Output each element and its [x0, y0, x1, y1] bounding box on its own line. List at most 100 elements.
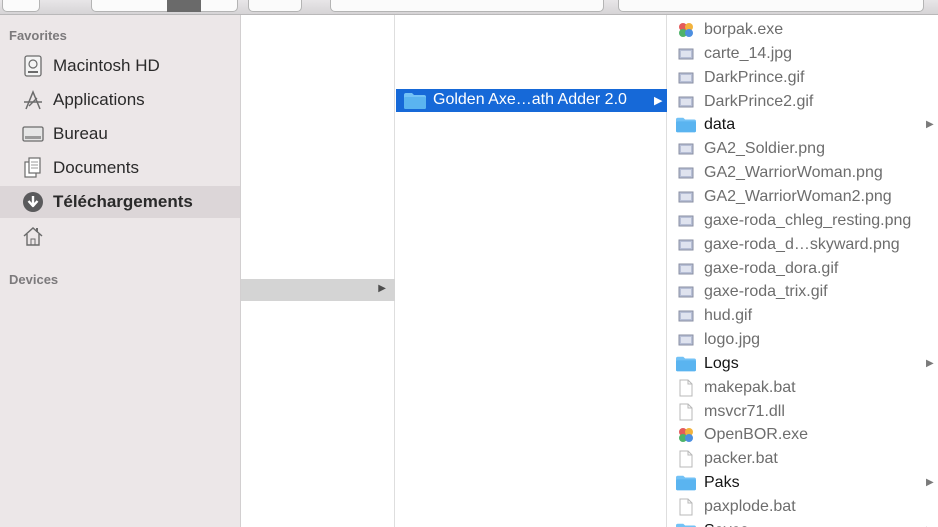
folder-icon	[676, 355, 696, 373]
browser-column-3[interactable]: borpak.exe carte_14.jpg DarkPrince.gif Dark…	[668, 15, 938, 527]
list-item-folder[interactable]: Logs ▶	[668, 352, 938, 376]
list-item-file[interactable]: packer.bat	[668, 447, 938, 471]
file-name: gaxe-roda_d…skyward.png	[704, 235, 900, 253]
list-item-folder[interactable]: Saves▶	[668, 519, 938, 527]
list-item-file[interactable]: paxplode.bat	[668, 495, 938, 519]
file-name: DarkPrince.gif	[704, 68, 805, 86]
action-button-group[interactable]	[330, 0, 604, 12]
list-item-file[interactable]: GA2_Soldier.png	[668, 137, 938, 161]
image-file-icon	[676, 69, 696, 87]
favorites-heading: Favorites	[9, 28, 67, 43]
back-forward-button[interactable]	[2, 0, 40, 12]
search-field[interactable]	[618, 0, 924, 12]
file-name: packer.bat	[704, 450, 778, 468]
list-item-file[interactable]: logo.jpg	[668, 328, 938, 352]
sidebar-item-label: Téléchargements	[53, 192, 193, 211]
column-view-button[interactable]	[167, 0, 201, 12]
document-icon	[676, 379, 696, 397]
documents-icon	[21, 156, 45, 180]
document-icon	[676, 450, 696, 468]
list-item-file[interactable]: gaxe-roda_d…skyward.png	[668, 233, 938, 257]
sidebar-item-bureau[interactable]: Bureau	[0, 118, 240, 150]
list-item-selected-folder[interactable]: Golden Axe…ath Adder 2.0 ▶	[396, 89, 667, 112]
file-name: gaxe-roda_chleg_resting.png	[704, 211, 912, 229]
image-file-icon	[676, 331, 696, 349]
image-file-icon	[676, 283, 696, 301]
file-name: gaxe-roda_trix.gif	[704, 283, 828, 301]
disclosure-arrow-icon: ▶	[926, 119, 934, 131]
disclosure-arrow-icon: ▶	[378, 283, 386, 294]
image-file-icon	[676, 236, 696, 254]
image-file-icon	[676, 140, 696, 158]
view-mode-segmented-control[interactable]	[91, 0, 238, 12]
list-item-file[interactable]: DarkPrince.gif	[668, 66, 938, 90]
document-icon	[676, 403, 696, 421]
image-file-icon	[676, 164, 696, 182]
disclosure-arrow-icon: ▶	[926, 477, 934, 489]
list-item-file[interactable]: OpenBOR.exe	[668, 423, 938, 447]
file-name: makepak.bat	[704, 378, 796, 396]
sidebar-item-home[interactable]	[0, 220, 240, 252]
list-item-file[interactable]: hud.gif	[668, 304, 938, 328]
folder-icon	[676, 522, 696, 527]
image-file-icon	[676, 307, 696, 325]
application-icon	[676, 21, 696, 39]
sidebar-item-telechargements[interactable]: Téléchargements	[0, 186, 240, 218]
file-name: gaxe-roda_dora.gif	[704, 259, 839, 277]
list-item[interactable]: ▶	[241, 279, 395, 301]
file-name: borpak.exe	[704, 21, 784, 38]
sidebar-item-macintosh-hd[interactable]: Macintosh HD	[0, 50, 240, 82]
file-name: data	[704, 116, 736, 134]
home-icon	[21, 224, 45, 248]
desktop-icon	[21, 122, 45, 146]
folder-name: Golden Axe…ath Adder 2.0	[433, 91, 627, 108]
sidebar-item-label: Documents	[53, 158, 139, 177]
file-name: hud.gif	[704, 307, 753, 325]
file-name: GA2_WarriorWoman2.png	[704, 187, 892, 205]
folder-icon	[404, 93, 426, 109]
image-file-icon	[676, 260, 696, 278]
file-name: Saves	[704, 522, 748, 527]
browser-column-1[interactable]: ▶	[241, 15, 395, 527]
image-file-icon	[676, 188, 696, 206]
list-item-file[interactable]: GA2_WarriorWoman.png	[668, 161, 938, 185]
sidebar-item-label: Applications	[53, 90, 145, 109]
file-name: DarkPrince2.gif	[704, 92, 814, 110]
image-file-icon	[676, 212, 696, 230]
folder-icon	[676, 474, 696, 492]
disclosure-arrow-icon: ▶	[926, 357, 934, 369]
list-item-file[interactable]: GA2_WarriorWoman2.png	[668, 185, 938, 209]
sidebar-item-applications[interactable]: Applications	[0, 84, 240, 116]
file-name: Paks	[704, 474, 740, 492]
image-file-icon	[676, 45, 696, 63]
list-item-file[interactable]: carte_14.jpg	[668, 42, 938, 66]
browser-column-2[interactable]: Golden Axe…ath Adder 2.0 ▶	[396, 15, 667, 527]
sidebar-item-label: Macintosh HD	[53, 56, 160, 75]
file-name: msvcr71.dll	[704, 402, 785, 420]
file-name: logo.jpg	[704, 331, 761, 349]
downloads-icon	[21, 190, 45, 214]
folder-icon	[676, 116, 696, 134]
document-icon	[676, 498, 696, 516]
list-item-file[interactable]: msvcr71.dll	[668, 400, 938, 424]
list-item-file[interactable]: gaxe-roda_trix.gif	[668, 280, 938, 304]
sidebar-item-label: Bureau	[53, 124, 108, 143]
devices-heading: Devices	[9, 272, 59, 287]
list-item-file[interactable]: DarkPrince2.gif	[668, 90, 938, 114]
list-item-folder[interactable]: Paks ▶	[668, 471, 938, 495]
toolbar	[0, 0, 938, 15]
list-item-file[interactable]: makepak.bat	[668, 376, 938, 400]
hard-drive-icon	[21, 54, 45, 78]
file-name: carte_14.jpg	[704, 44, 793, 62]
file-name: OpenBOR.exe	[704, 426, 809, 444]
file-name: Logs	[704, 354, 739, 372]
image-file-icon	[676, 93, 696, 111]
list-item-file[interactable]: borpak.exe	[668, 18, 938, 42]
list-item-file[interactable]: gaxe-roda_chleg_resting.png	[668, 209, 938, 233]
disclosure-arrow-icon: ▶	[654, 95, 663, 107]
list-item-folder[interactable]: data ▶	[668, 113, 938, 137]
arrange-button[interactable]	[248, 0, 302, 12]
applications-icon	[21, 88, 45, 112]
sidebar-item-documents[interactable]: Documents	[0, 152, 240, 184]
list-item-file[interactable]: gaxe-roda_dora.gif	[668, 257, 938, 281]
